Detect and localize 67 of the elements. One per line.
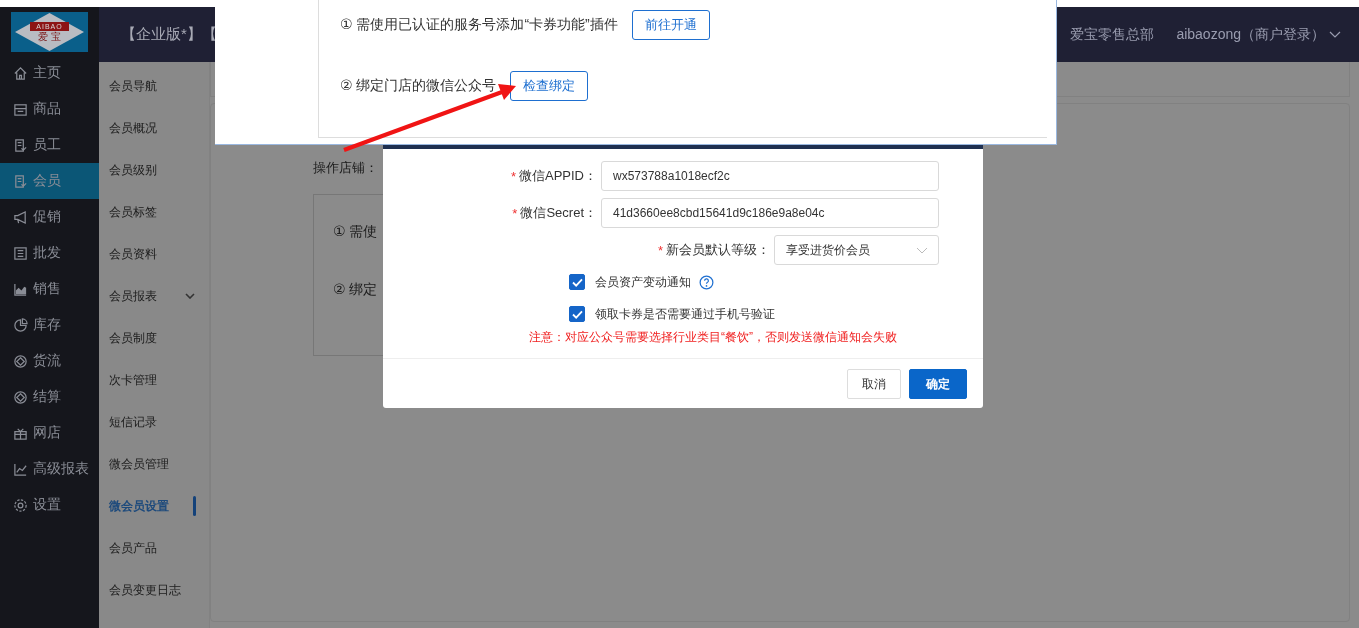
submenu-item[interactable]: 短信记录: [99, 401, 209, 443]
select-field[interactable]: 享受进货价会员: [774, 235, 939, 265]
edition-label: 【企业版*】【: [121, 25, 217, 44]
chevron-down-icon: [916, 246, 928, 254]
submenu-item[interactable]: 会员产品: [99, 527, 209, 569]
help-icon[interactable]: [699, 274, 714, 290]
submenu-item[interactable]: 会员报表: [99, 275, 209, 317]
id-card-icon: [13, 137, 28, 153]
input-field[interactable]: 41d3660ee8cbd15641d9c186e9a8e04c: [601, 198, 939, 228]
caret-down-icon: [185, 293, 195, 299]
step-text: ① 需使用已认证的服务号添加“卡券功能”插件: [340, 16, 618, 34]
submenu-item[interactable]: 会员资料: [99, 233, 209, 275]
cancel-button[interactable]: 取消: [847, 369, 901, 399]
sidebar-item[interactable]: 员工: [0, 127, 99, 163]
notice-text: 注意：对应公众号需要选择行业类目“餐饮”，否则发送微信通知会失败: [528, 329, 898, 346]
sidebar-item[interactable]: 货流: [0, 343, 99, 379]
sidebar-item[interactable]: 高级报表: [0, 451, 99, 487]
submenu-item[interactable]: 会员标签: [99, 191, 209, 233]
store-name[interactable]: 爱宝零售总部: [1070, 25, 1155, 44]
input-field[interactable]: wx573788a1018ecf2c: [601, 161, 939, 191]
cube-icon: [13, 389, 28, 405]
sidebar-item[interactable]: 批发: [0, 235, 99, 271]
cube-icon: [13, 353, 28, 369]
submenu-item[interactable]: 会员级别: [99, 149, 209, 191]
area-chart-icon: [13, 281, 28, 297]
required-mark: *: [510, 168, 516, 184]
step-text: ② 绑定门店的微信公众号: [340, 77, 497, 95]
selection-bar: [193, 496, 196, 516]
submenu-item[interactable]: 会员变更日志: [99, 569, 209, 611]
action-button[interactable]: 检查绑定: [510, 71, 589, 101]
checkbox-label: 会员资产变动通知: [595, 273, 691, 291]
sidebar-item[interactable]: 库存: [0, 307, 99, 343]
submenu-item[interactable]: 微会员管理: [99, 443, 209, 485]
store-label: 操作店铺：: [313, 159, 378, 177]
field-label: 微信Secret：: [520, 204, 597, 222]
sidebar-item[interactable]: 销售: [0, 271, 99, 307]
required-mark: *: [512, 205, 518, 221]
chevron-down-icon: [1329, 30, 1341, 39]
sidebar-item[interactable]: 主页: [0, 55, 99, 91]
checkbox[interactable]: [569, 306, 585, 322]
list-icon: [13, 245, 28, 261]
submenu-item[interactable]: 会员概况: [99, 107, 209, 149]
pie-chart-icon: [13, 317, 28, 333]
submenu-item[interactable]: 会员制度: [99, 317, 209, 359]
submenu-item[interactable]: 次卡管理: [99, 359, 209, 401]
checkbox-label: 领取卡券是否需要通过手机号验证: [595, 305, 775, 323]
sidebar-item[interactable]: 商品: [0, 91, 99, 127]
line-chart-icon: [13, 461, 28, 477]
sidebar-item[interactable]: 网店: [0, 415, 99, 451]
required-mark: *: [657, 242, 663, 258]
checkbox[interactable]: [569, 274, 585, 290]
action-button[interactable]: 前往开通: [631, 10, 710, 40]
sidebar-item[interactable]: 设置: [0, 487, 99, 523]
account-menu[interactable]: aibaozong（商户登录）: [1176, 25, 1341, 44]
step-text: ② 绑定: [333, 281, 378, 299]
home-icon: [13, 65, 28, 81]
step-text: ① 需使: [333, 223, 378, 241]
megaphone-icon: [13, 209, 28, 225]
field-label: 微信APPID：: [519, 167, 597, 185]
sidebar-item[interactable]: 结算: [0, 379, 99, 415]
sidebar-item[interactable]: 促销: [0, 199, 99, 235]
field-label: 新会员默认等级：: [666, 241, 770, 259]
store-icon: [13, 101, 28, 117]
id-card-icon: [13, 173, 28, 189]
confirm-button[interactable]: 确定: [909, 369, 967, 399]
submenu-item[interactable]: 会员导航: [99, 65, 209, 107]
settings-icon: [13, 497, 28, 513]
